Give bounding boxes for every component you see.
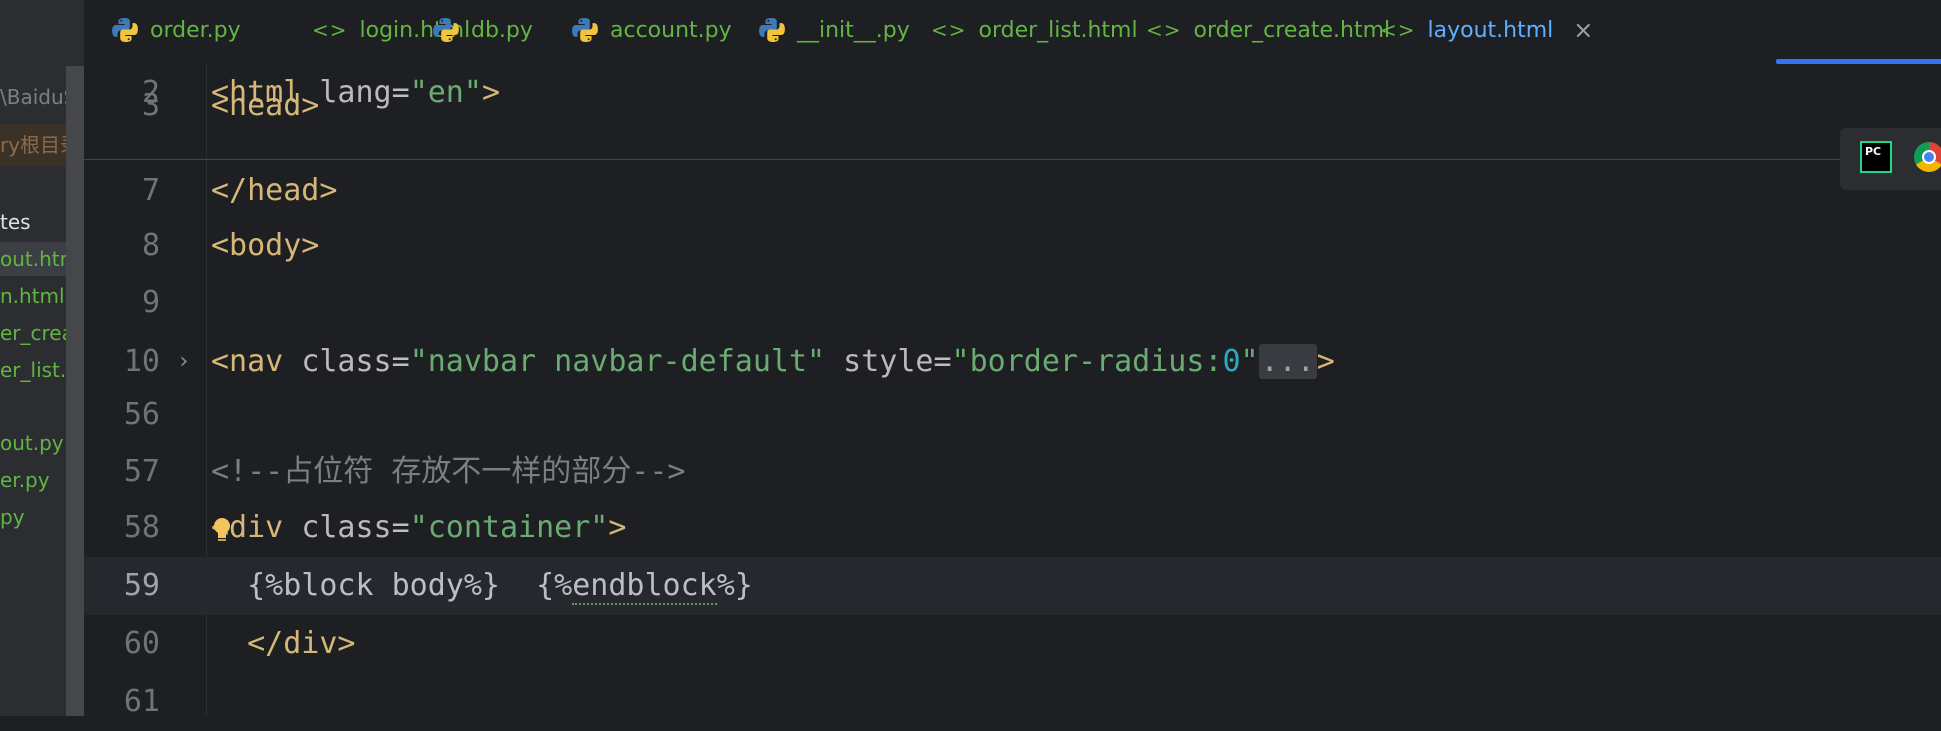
- code-line-56[interactable]: 56: [84, 386, 1941, 444]
- token-squiggle: endblock: [572, 568, 717, 605]
- code-text: {%block body%} {%endblock%}: [211, 557, 753, 615]
- token-str: ": [1240, 344, 1259, 379]
- pycharm-icon[interactable]: PC: [1860, 141, 1892, 173]
- line-number: 61: [123, 684, 160, 719]
- browser-preview-toolbar: PC: [1840, 128, 1941, 190]
- token-attr: class: [301, 510, 392, 545]
- token-attr: class: [301, 344, 392, 379]
- tab-label: order_list.html: [978, 17, 1138, 43]
- tab-layout-html[interactable]: <> layout.html ×: [1380, 0, 1593, 60]
- token-tag: >: [1316, 344, 1335, 379]
- project-panel: \BaiduSy ry根目录 tes out.html n.html er_cr…: [0, 0, 84, 716]
- fold-chevron-icon[interactable]: ›: [177, 333, 190, 391]
- token-attr: style: [825, 344, 934, 379]
- sticky-header-separator: [84, 159, 1941, 160]
- token-tag: <body>: [211, 228, 320, 263]
- line-number: 3: [141, 93, 160, 123]
- code-text: </head>: [211, 162, 337, 220]
- file-item-login-html[interactable]: n.html: [0, 279, 65, 313]
- token-tag: >: [608, 510, 627, 545]
- tab-label: account.py: [610, 17, 732, 43]
- token-tag: <head>: [211, 93, 320, 123]
- file-item-order-py[interactable]: er.py: [0, 463, 50, 497]
- html-file-icon: <>: [931, 18, 967, 42]
- html-file-icon: <>: [312, 18, 348, 42]
- token-str: "navbar navbar-default": [409, 344, 826, 379]
- tab-order-py[interactable]: order.py: [112, 0, 241, 60]
- intention-lightbulb-icon[interactable]: [211, 516, 233, 542]
- python-file-icon: [572, 18, 598, 42]
- tab-order-list-html[interactable]: <> order_list.html: [931, 0, 1138, 60]
- code-text: <body>: [211, 217, 319, 275]
- line-number: 58: [123, 510, 160, 545]
- chrome-icon[interactable]: [1914, 142, 1941, 172]
- line-number: 8: [141, 228, 160, 263]
- line-number: 7: [141, 173, 160, 208]
- file-item-py[interactable]: py: [0, 500, 25, 534]
- code-line-3[interactable]: 3 <head>: [84, 93, 1941, 123]
- code-line-60[interactable]: 60 </div>: [84, 615, 1941, 673]
- token-tag: <nav: [211, 344, 302, 379]
- tab-account-py[interactable]: account.py: [572, 0, 732, 60]
- code-line-61[interactable]: 61: [84, 673, 1941, 731]
- line-number: 59: [123, 568, 160, 603]
- tab-label: __init__.py: [797, 17, 910, 43]
- file-item-account-py[interactable]: out.py: [0, 426, 64, 460]
- code-text: <head>: [211, 93, 319, 121]
- tab-db-py[interactable]: db.py: [433, 0, 533, 60]
- code-text: </div>: [211, 615, 356, 673]
- line-number: 10: [123, 344, 160, 379]
- line-number: 56: [123, 397, 160, 432]
- code-editor[interactable]: 2 <html lang="en"> 3 <head> 7 </head> 8 <body> 9…: [84, 64, 1941, 719]
- token-str: "container": [409, 510, 609, 545]
- code-line-10[interactable]: 10 › <nav class="navbar navbar-default" st…: [84, 333, 1941, 391]
- token-tag: </div>: [211, 626, 356, 661]
- tab-label: order_create.html: [1193, 17, 1391, 43]
- tab--init-py[interactable]: __init__.py: [759, 0, 910, 60]
- close-tab-icon[interactable]: ×: [1573, 16, 1593, 44]
- code-line-7[interactable]: 7 </head>: [84, 162, 1941, 220]
- editor-tab-bar: order.py <> login.html db.py account.py __ini…: [84, 0, 1941, 65]
- code-line-59[interactable]: 59 {%block body%} {%endblock%}: [84, 557, 1941, 615]
- tab-label: layout.html: [1427, 17, 1554, 43]
- sidebar-scrollbar[interactable]: [66, 66, 84, 716]
- token-collapsed[interactable]: ...: [1258, 344, 1317, 379]
- line-number: 60: [123, 626, 160, 661]
- token-cmt: <!--占位符 存放不一样的部分-->: [211, 454, 686, 489]
- templates-folder[interactable]: tes: [0, 205, 31, 239]
- html-file-icon: <>: [1146, 18, 1182, 42]
- code-line-57[interactable]: 57 <!--占位符 存放不一样的部分-->: [84, 443, 1941, 501]
- python-file-icon: [759, 18, 785, 42]
- code-line-9[interactable]: 9: [84, 274, 1941, 332]
- token-plain: {%block body%} {%: [211, 568, 573, 603]
- pycharm-icon-label: PC: [1865, 145, 1882, 158]
- token-str: "border-radius:: [951, 344, 1223, 379]
- token-num-lit: 0: [1222, 344, 1241, 379]
- code-text: <!--占位符 存放不一样的部分-->: [211, 443, 686, 501]
- code-line-8[interactable]: 8 <body>: [84, 217, 1941, 275]
- html-file-icon: <>: [1380, 18, 1416, 42]
- tab-label: order.py: [150, 17, 241, 43]
- line-number: 57: [123, 454, 160, 489]
- token-plain: =: [933, 344, 952, 379]
- code-text: <div class="container">: [211, 499, 626, 557]
- code-line-58[interactable]: 58 <div class="container">: [84, 499, 1941, 557]
- token-plain: =: [391, 510, 410, 545]
- python-file-icon: [433, 18, 459, 42]
- tab-label: db.py: [471, 17, 533, 43]
- token-tag: </head>: [211, 173, 338, 208]
- line-number: 9: [141, 285, 160, 320]
- tab-order-create-html[interactable]: <> order_create.html: [1146, 0, 1390, 60]
- token-plain: =: [391, 344, 410, 379]
- python-file-icon: [112, 18, 138, 42]
- code-text: <nav class="navbar navbar-default" style…: [211, 333, 1335, 391]
- token-plain: %}: [716, 568, 753, 603]
